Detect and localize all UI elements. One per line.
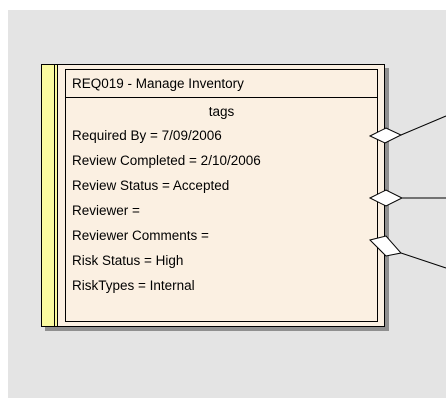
aggregation-connector-middle[interactable]: [368, 189, 446, 207]
hollow-diamond-icon: [368, 127, 403, 144]
aggregation-connector-top[interactable]: [368, 115, 446, 144]
aggregation-connector-bottom[interactable]: [369, 235, 446, 269]
connector-line: [400, 115, 446, 136]
connectors-layer: [368, 115, 446, 269]
hollow-diamond-icon: [368, 189, 404, 207]
hollow-diamond-icon: [369, 235, 402, 257]
connector-line: [400, 252, 446, 269]
